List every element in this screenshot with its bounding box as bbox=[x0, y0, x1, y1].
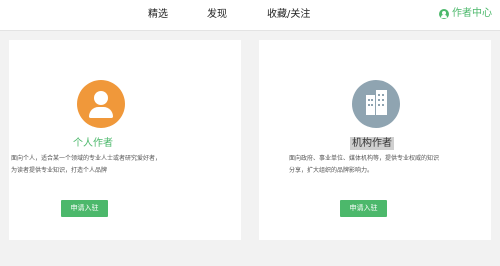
card-description: 面向政府、事业单位、媒体机构等，提供专业权威的知识分享，扩大组织的品牌影响力。 bbox=[289, 155, 440, 174]
top-navigation: 精选 发现 收藏/关注 作者中心 bbox=[0, 0, 500, 31]
author-center-link[interactable]: 作者中心 bbox=[439, 7, 492, 21]
user-icon bbox=[439, 9, 449, 19]
author-center-label: 作者中心 bbox=[452, 8, 492, 19]
apply-join-button[interactable]: 申请入驻 bbox=[61, 200, 108, 217]
personal-author-card: 个人作者 面向个人，适合某一个领域的专业人士或者研究爱好者，为读者提供专业知识，… bbox=[9, 40, 241, 240]
building-icon bbox=[352, 80, 400, 128]
card-title: 个人作者 bbox=[73, 138, 113, 149]
card-title: 机构作者 bbox=[350, 137, 394, 150]
person-icon bbox=[77, 80, 125, 128]
tab-discover[interactable]: 发现 bbox=[207, 8, 227, 22]
tab-featured[interactable]: 精选 bbox=[148, 8, 168, 22]
card-description: 面向个人，适合某一个领域的专业人士或者研究爱好者，为读者提供专业知识，打造个人品… bbox=[11, 155, 162, 174]
apply-join-button[interactable]: 申请入驻 bbox=[340, 200, 387, 217]
organization-author-card: 机构作者 面向政府、事业单位、媒体机构等，提供专业权威的知识分享，扩大组织的品牌… bbox=[259, 40, 491, 240]
tab-favorites-follow[interactable]: 收藏/关注 bbox=[267, 8, 310, 22]
